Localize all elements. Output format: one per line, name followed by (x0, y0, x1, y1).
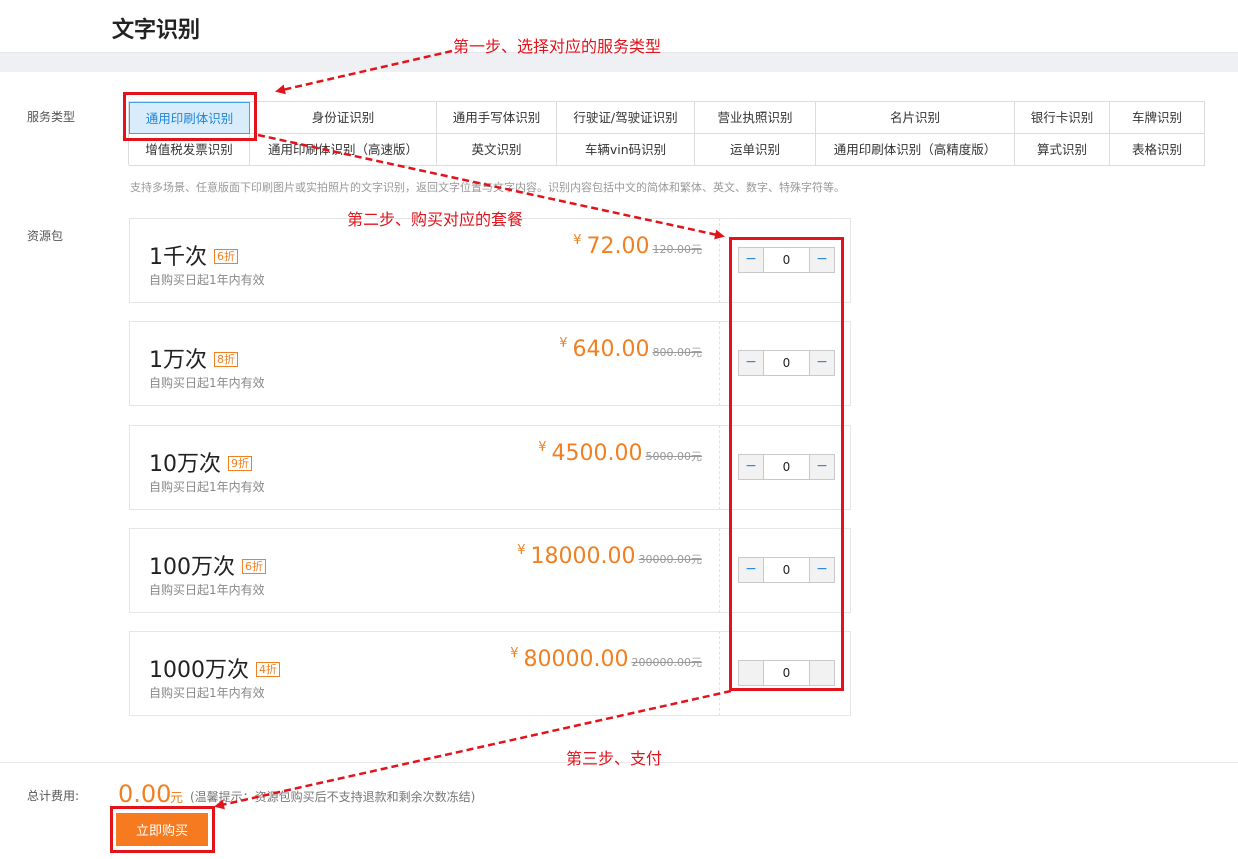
original-price: 120.00元 (652, 243, 703, 256)
package-price: ¥18000.00 30000.00元 (517, 543, 702, 569)
service-tab-general-print-fast[interactable]: 通用印刷体识别（高速版） (250, 134, 437, 166)
service-tab-table[interactable]: 表格识别 (1110, 134, 1205, 166)
card-divider (719, 528, 720, 613)
package-name: 1千次 (149, 245, 207, 270)
service-type-grid: 通用印刷体识别 身份证识别 通用手写体识别 行驶证/驾驶证识别 营业执照识别 名… (128, 101, 1205, 166)
refund-notice: (温馨提示：资源包购买后不支持退款和剩余次数冻结) (190, 790, 476, 804)
currency-symbol: ¥ (538, 440, 547, 455)
original-price: 5000.00元 (645, 450, 703, 463)
service-tab-id-card[interactable]: 身份证识别 (250, 102, 437, 134)
service-tab-formula[interactable]: 算式识别 (1015, 134, 1110, 166)
original-price: 30000.00元 (638, 553, 703, 566)
service-tab-english[interactable]: 英文识别 (437, 134, 557, 166)
step1-highlight-box (123, 92, 257, 141)
step2-annotation: 第二步、购买对应的套餐 (347, 210, 524, 229)
step3-highlight-box (110, 806, 215, 853)
price-amount: 18000.00 (530, 544, 636, 569)
discount-badge: 9折 (228, 456, 252, 471)
package-name-wrap: 10万次 9折 (149, 446, 252, 478)
step2-highlight-box (729, 237, 844, 691)
service-tab-business-license[interactable]: 营业执照识别 (695, 102, 816, 134)
package-name-wrap: 100万次 6折 (149, 549, 266, 581)
page-root: 文字识别 服务类型 通用印刷体识别 身份证识别 通用手写体识别 行驶证/驾驶证识… (0, 0, 1238, 859)
original-price: 800.00元 (652, 346, 703, 359)
package-price: ¥640.00 800.00元 (559, 336, 702, 362)
package-validity: 自购买日起1年内有效 (149, 480, 265, 494)
currency-symbol: ¥ (510, 646, 519, 661)
card-divider (719, 425, 720, 510)
discount-badge: 6折 (214, 249, 238, 264)
service-tab-general-print-accurate[interactable]: 通用印刷体识别（高精度版） (816, 134, 1015, 166)
package-name: 100万次 (149, 555, 235, 580)
discount-badge: 8折 (214, 352, 238, 367)
step3-annotation: 第三步、支付 (566, 749, 663, 768)
price-amount: 4500.00 (551, 441, 643, 466)
total-unit: 元 (170, 791, 184, 806)
card-divider (719, 631, 720, 716)
package-name: 10万次 (149, 452, 221, 477)
package-name-wrap: 1万次 8折 (149, 342, 238, 374)
service-tab-waybill[interactable]: 运单识别 (695, 134, 816, 166)
package-price: ¥72.00 120.00元 (573, 233, 702, 259)
price-amount: 72.00 (586, 234, 650, 259)
service-type-label: 服务类型 (27, 110, 76, 124)
package-name: 1万次 (149, 348, 207, 373)
price-amount: 640.00 (572, 337, 650, 362)
package-validity: 自购买日起1年内有效 (149, 583, 265, 597)
total-cost-label: 总计费用: (27, 789, 80, 803)
service-tab-handwriting[interactable]: 通用手写体识别 (437, 102, 557, 134)
service-tab-vehicle-vin[interactable]: 车辆vin码识别 (557, 134, 695, 166)
service-description: 支持多场景、任意版面下印刷图片或实拍照片的文字识别，返回文字位置与文字内容。识别… (130, 181, 845, 194)
package-price: ¥80000.00 200000.00元 (510, 646, 702, 672)
service-tab-bank-card[interactable]: 银行卡识别 (1015, 102, 1110, 134)
service-tab-business-card[interactable]: 名片识别 (816, 102, 1015, 134)
service-tab-license-plate[interactable]: 车牌识别 (1110, 102, 1205, 134)
package-validity: 自购买日起1年内有效 (149, 376, 265, 390)
service-tab-driving-license[interactable]: 行驶证/驾驶证识别 (557, 102, 695, 134)
page-title: 文字识别 (112, 18, 201, 43)
card-divider (719, 218, 720, 303)
package-name-wrap: 1千次 6折 (149, 239, 238, 271)
discount-badge: 6折 (242, 559, 266, 574)
price-amount: 80000.00 (523, 647, 629, 672)
total-amount: 0.00 (118, 780, 172, 808)
currency-symbol: ¥ (559, 336, 568, 351)
card-divider (719, 321, 720, 406)
package-price: ¥4500.00 5000.00元 (538, 440, 702, 466)
package-validity: 自购买日起1年内有效 (149, 686, 265, 700)
package-name-wrap: 1000万次 4折 (149, 652, 280, 684)
discount-badge: 4折 (256, 662, 280, 677)
original-price: 200000.00元 (631, 656, 703, 669)
package-name: 1000万次 (149, 658, 249, 683)
currency-symbol: ¥ (573, 233, 582, 248)
currency-symbol: ¥ (517, 543, 526, 558)
step1-annotation: 第一步、选择对应的服务类型 (453, 37, 662, 56)
resource-pack-label: 资源包 (27, 229, 64, 243)
package-validity: 自购买日起1年内有效 (149, 273, 265, 287)
